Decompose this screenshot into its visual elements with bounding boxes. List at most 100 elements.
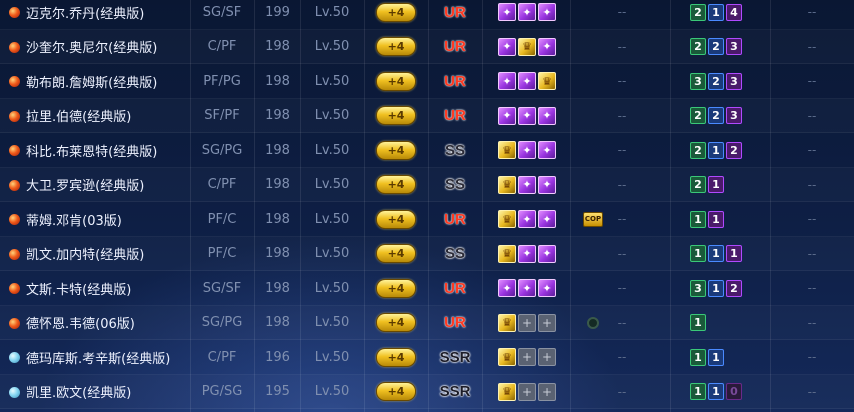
ring-badge-icon [587,316,599,329]
empty-value: -- [617,384,627,399]
player-rating: 195 [265,384,290,399]
empty-skill-slot-icon[interactable]: + [538,313,556,332]
player-rating: 198 [265,108,290,123]
attribute-count-box: 1 [708,141,724,159]
empty-value: -- [617,108,627,123]
player-roster-table: 迈克尔.乔丹(经典版) SG/SF 199 Lv.50 +4 UR ✦ ✦ ✦ -- 2 1 4 -- 沙奎… [0,0,854,412]
purple-skill-badge-icon[interactable]: ✦ [498,279,516,297]
player-name: 勒布朗.詹姆斯(经典版) [26,75,158,91]
player-name: 大卫.罗宾逊(经典版) [26,179,145,194]
player-row[interactable]: 凯里.欧文(经典版) PG/SG 195 Lv.50 +4 SSR ♛ + + -- 1 1 0 -- [0,375,854,410]
empty-skill-slot-icon[interactable]: + [518,313,536,332]
purple-skill-badge-icon[interactable]: ✦ [538,279,556,297]
card-grade: SSR [439,348,471,366]
player-row[interactable]: 科比.布莱恩特(经典版) SG/PG 198 Lv.50 +4 SS ♛ ✦ ✦ -- 2 1 2 -- [0,133,854,168]
empty-skill-slot-icon[interactable]: + [538,382,556,401]
gold-skill-badge-icon[interactable]: ♛ [498,141,516,159]
player-row[interactable]: 沙奎尔.奥尼尔(经典版) C/PF 198 Lv.50 +4 UR ✦ ♛ ✦ -- 2 2 3 -- [0,30,854,65]
gold-skill-badge-icon[interactable]: ♛ [498,244,516,263]
empty-skill-slot-icon[interactable]: + [518,382,536,401]
card-grade: SS [444,245,465,262]
gold-skill-badge-icon[interactable]: ♛ [498,313,516,332]
attribute-boxes: 323 [690,64,760,98]
enhance-plus-badge: +4 [376,106,416,125]
player-position: SG/SF [202,4,242,20]
empty-value: -- [807,39,817,54]
purple-skill-badge-icon[interactable]: ✦ [518,3,536,21]
empty-value: -- [807,315,817,330]
player-row[interactable]: 德怀恩.韦德(06版) SG/PG 198 Lv.50 +4 UR ♛ + + -- 1 -- [0,306,854,341]
skill-slots: ♛ + + [498,340,558,374]
enhance-plus-badge: +4 [376,313,416,332]
attribute-boxes: 21 [690,168,760,202]
player-rating: 198 [265,211,290,227]
empty-value: -- [617,5,627,19]
player-level: Lv.50 [314,384,350,399]
attribute-count-box: 1 [708,245,724,262]
purple-skill-badge-icon[interactable]: ✦ [538,210,556,228]
player-level: Lv.50 [314,246,350,261]
gold-skill-badge-icon[interactable]: ♛ [498,382,516,401]
purple-skill-badge-icon[interactable]: ✦ [538,37,556,56]
gold-skill-badge-icon[interactable]: ♛ [538,72,556,90]
purple-skill-badge-icon[interactable]: ✦ [498,72,516,90]
attribute-count-box: 1 [690,314,706,331]
card-grade: SS [444,176,465,193]
purple-skill-badge-icon[interactable]: ✦ [498,106,516,125]
purple-skill-badge-icon[interactable]: ✦ [538,3,556,21]
player-position: PF/PG [203,73,241,89]
card-grade: SS [444,141,465,159]
player-row[interactable]: 拉里.伯德(经典版) SF/PF 198 Lv.50 +4 UR ✦ ✦ ✦ -- 2 2 3 -- [0,99,854,134]
gold-skill-badge-icon[interactable]: ♛ [498,348,516,366]
attribute-boxes: 1 [690,306,760,340]
player-row[interactable]: 文斯.卡特(经典版) SG/SF 198 Lv.50 +4 UR ✦ ✦ ✦ -- 3 1 2 -- [0,271,854,306]
gold-skill-badge-icon[interactable]: ♛ [498,210,516,228]
purple-skill-badge-icon[interactable]: ✦ [498,37,516,56]
purple-skill-badge-icon[interactable]: ✦ [518,210,536,228]
card-grade: UR [444,107,466,124]
purple-skill-badge-icon[interactable]: ✦ [538,141,556,159]
gold-skill-badge-icon[interactable]: ♛ [518,37,536,56]
player-rating: 199 [265,4,290,20]
skill-slots: ♛ + + [498,375,558,409]
player-name: 文斯.卡特(经典版) [26,282,132,298]
purple-skill-badge-icon[interactable]: ✦ [518,141,536,159]
empty-value: -- [617,350,627,364]
enhance-plus-badge: +4 [376,140,416,160]
player-name: 科比.布莱恩特(经典版) [26,144,158,160]
gold-skill-badge-icon[interactable]: ♛ [498,175,516,194]
rarity-orb-icon [9,179,20,191]
rarity-orb-icon [9,7,20,18]
purple-skill-badge-icon[interactable]: ✦ [518,175,536,194]
player-row[interactable]: 迈克尔.乔丹(经典版) SG/SF 199 Lv.50 +4 UR ✦ ✦ ✦ -- 2 1 4 -- [0,0,854,30]
attribute-boxes: 11 [690,340,760,374]
player-row[interactable]: 凯文.加内特(经典版) PF/C 198 Lv.50 +4 SS ♛ ✦ ✦ -- 1 1 1 -- [0,237,854,272]
card-grade: UR [444,279,466,297]
empty-skill-slot-icon[interactable]: + [518,348,536,366]
purple-skill-badge-icon[interactable]: ✦ [498,3,516,21]
player-position: SG/PG [201,315,243,330]
rarity-orb-icon [9,248,20,260]
player-row[interactable]: 德玛库斯.考辛斯(经典版) C/PF 196 Lv.50 +4 SSR ♛ + + -- 1 1 -- [0,340,854,375]
player-row[interactable]: 蒂姆.邓肯(03版) PF/C 198 Lv.50 +4 UR ♛ ✦ ✦ COP -- 1 1 -- [0,202,854,237]
rarity-orb-icon [9,76,20,87]
purple-skill-badge-icon[interactable]: ✦ [518,244,536,263]
purple-skill-badge-icon[interactable]: ✦ [538,106,556,125]
empty-skill-slot-icon[interactable]: + [538,348,556,366]
player-row[interactable]: 大卫.罗宾逊(经典版) C/PF 198 Lv.50 +4 SS ♛ ✦ ✦ -- 2 1 -- [0,168,854,203]
purple-skill-badge-icon[interactable]: ✦ [518,72,536,90]
empty-value: -- [617,143,627,157]
purple-skill-badge-icon[interactable]: ✦ [518,279,536,297]
player-position: PG/SG [201,384,243,399]
rarity-orb-icon [9,352,20,363]
purple-skill-badge-icon[interactable]: ✦ [538,244,556,263]
player-row[interactable]: 勒布朗.詹姆斯(经典版) PF/PG 198 Lv.50 +4 UR ✦ ✦ ♛ -- 3 2 3 -- [0,64,854,99]
attribute-count-box: 1 [708,383,724,400]
player-name: 沙奎尔.奥尼尔(经典版) [26,41,158,56]
card-grade: UR [444,38,466,55]
empty-value: -- [807,108,817,123]
purple-skill-badge-icon[interactable]: ✦ [538,175,556,194]
purple-skill-badge-icon[interactable]: ✦ [518,106,536,125]
card-grade: SSR [439,383,471,400]
skill-slots: ✦ ✦ ✦ [498,99,558,133]
